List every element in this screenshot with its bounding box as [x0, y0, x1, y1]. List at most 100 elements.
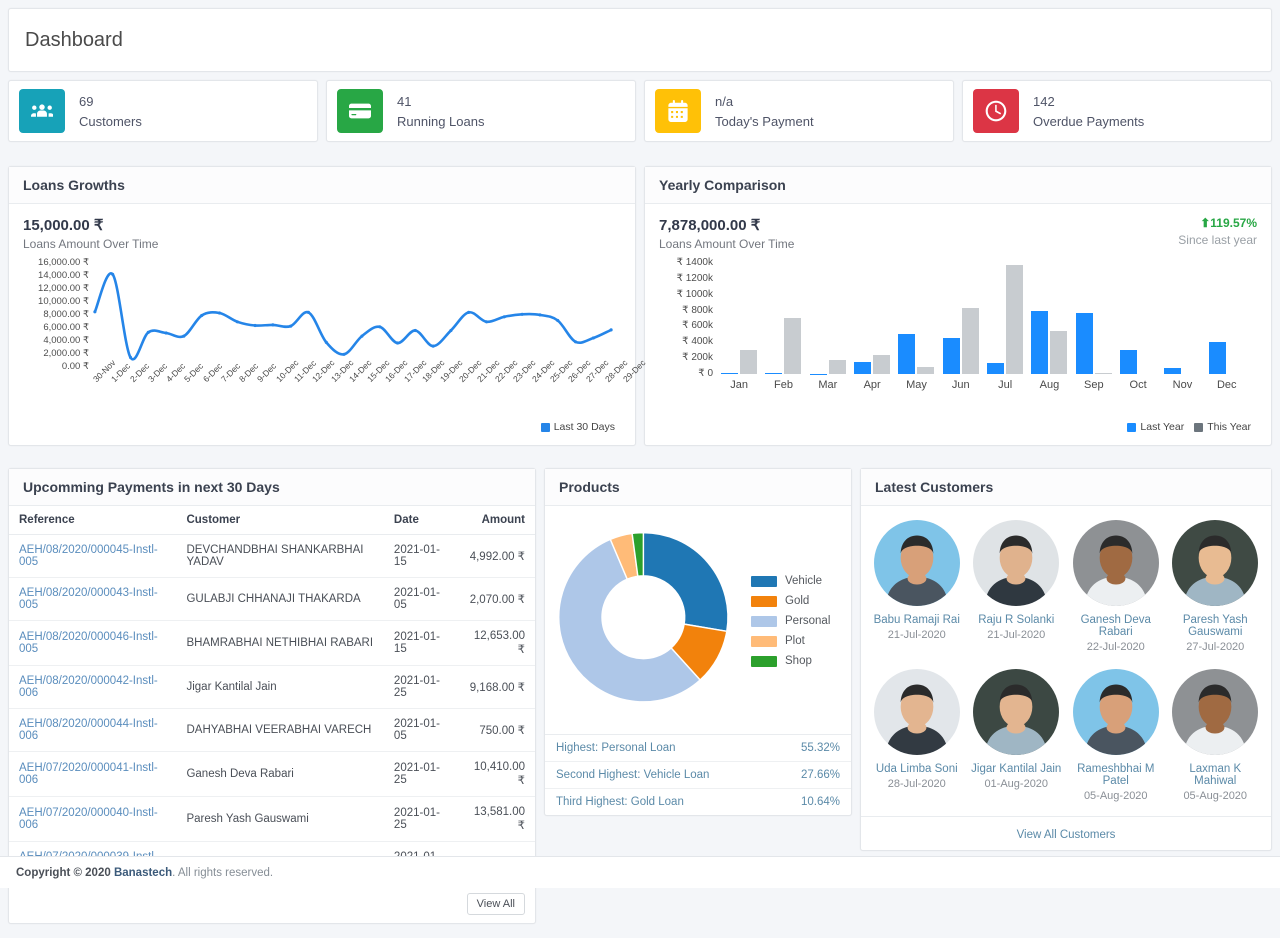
customer-name[interactable]: Rameshbhai M Patel	[1068, 763, 1164, 787]
reference-link[interactable]: AEH/08/2020/000042-Instl-006	[19, 675, 158, 699]
loans-growths-header: Loans Growths	[9, 167, 635, 204]
stat-card-overdue-payments[interactable]: 142Overdue Payments	[962, 80, 1272, 142]
y-tick-label: 14,000.00 ₹	[38, 270, 89, 281]
bar-group[interactable]	[806, 262, 850, 374]
y-tick-label: 12,000.00 ₹	[38, 283, 89, 294]
bar-last-year[interactable]	[1209, 342, 1226, 374]
table-row[interactable]: AEH/08/2020/000044-Instl-006DAHYABHAI VE…	[9, 709, 535, 752]
bar-last-year[interactable]	[1076, 313, 1093, 374]
table-row[interactable]: AEH/08/2020/000042-Instl-006Jigar Kantil…	[9, 666, 535, 709]
table-row[interactable]: AEH/08/2020/000045-Instl-005 DEVCHANDBHAI…	[9, 535, 535, 578]
bar-group[interactable]	[761, 262, 805, 374]
customer-card[interactable]: Raju R Solanki21-Jul-2020	[967, 514, 1067, 663]
avatar	[874, 669, 960, 755]
bar-last-year[interactable]	[898, 334, 915, 374]
bar-last-year[interactable]	[943, 338, 960, 374]
bar-group[interactable]	[939, 262, 983, 374]
bar-group[interactable]	[1072, 262, 1116, 374]
customer-name[interactable]: Paresh Yash Gauswami	[1168, 614, 1264, 638]
bar-group[interactable]	[1027, 262, 1071, 374]
cell-customer: GULABJI CHHANAJI THAKARDA	[176, 578, 383, 621]
bar-this-year[interactable]	[784, 318, 801, 374]
customer-date: 22-Jul-2020	[1068, 641, 1164, 653]
legend-swatch-icon	[1127, 423, 1136, 432]
bar-last-year[interactable]	[854, 362, 871, 374]
bar-last-year[interactable]	[1120, 350, 1137, 374]
view-all-customers-link[interactable]: View All Customers	[1017, 829, 1116, 841]
bar-this-year[interactable]	[740, 350, 757, 374]
bar-this-year[interactable]	[873, 355, 890, 374]
bar-this-year[interactable]	[1006, 265, 1023, 374]
donut-legend-item-plot[interactable]: Plot	[751, 635, 830, 647]
customer-name[interactable]: Laxman K Mahiwal	[1168, 763, 1264, 787]
avatar	[1172, 669, 1258, 755]
yearly-comparison-chart[interactable]: ₹ 1400k₹ 1200k₹ 1000k₹ 800k₹ 600k₹ 400k₹…	[659, 257, 1257, 417]
avatar	[973, 669, 1059, 755]
customer-card[interactable]: Uda Limba Soni28-Jul-2020	[867, 663, 967, 812]
bar-group[interactable]	[717, 262, 761, 374]
reference-link[interactable]: AEH/08/2020/000044-Instl-006	[19, 718, 158, 742]
cell-date: 2021-01-25	[384, 752, 456, 797]
reference-link[interactable]: AEH/07/2020/000041-Instl-006	[19, 762, 158, 786]
donut-slice-vehicle[interactable]	[643, 533, 728, 632]
bar-last-year[interactable]	[987, 363, 1004, 374]
avatar	[1073, 669, 1159, 755]
donut-legend-item-shop[interactable]: Shop	[751, 655, 830, 667]
card-icon	[337, 89, 383, 133]
table-row[interactable]: AEH/07/2020/000040-Instl-006Paresh Yash …	[9, 797, 535, 842]
reference-link[interactable]: AEH/08/2020/000043-Instl-005	[19, 587, 158, 611]
payments-table: ReferenceCustomerDateAmount AEH/08/2020/…	[9, 506, 535, 885]
bar-this-year[interactable]	[917, 367, 934, 374]
cell-date: 2021-01-05	[384, 709, 456, 752]
stat-card-customers[interactable]: 69Customers	[8, 80, 318, 142]
customer-card[interactable]: Laxman K Mahiwal05-Aug-2020	[1166, 663, 1266, 812]
donut-legend-item-personal[interactable]: Personal	[751, 615, 830, 627]
bar-this-year[interactable]	[1095, 373, 1112, 374]
donut-legend-item-gold[interactable]: Gold	[751, 595, 830, 607]
footer-rights: . All rights reserved.	[172, 867, 273, 879]
bar-last-year[interactable]	[1031, 311, 1048, 374]
bar-group[interactable]	[850, 262, 894, 374]
table-row[interactable]: AEH/07/2020/000041-Instl-006Ganesh Deva …	[9, 752, 535, 797]
bar-this-year[interactable]	[829, 360, 846, 374]
bar-last-year[interactable]	[1164, 368, 1181, 374]
payments-view-all-button[interactable]: View All	[467, 893, 525, 915]
bar-group[interactable]	[894, 262, 938, 374]
bar-group[interactable]	[983, 262, 1027, 374]
x-tick-label: Nov	[1160, 379, 1204, 391]
customer-name[interactable]: Jigar Kantilal Jain	[969, 763, 1065, 775]
customer-card[interactable]: Babu Ramaji Rai21-Jul-2020	[867, 514, 967, 663]
loans-growths-card: Loans Growths 15,000.00 ₹ Loans Amount O…	[8, 166, 636, 446]
customer-name[interactable]: Uda Limba Soni	[869, 763, 965, 775]
stat-card-today-s-payment[interactable]: n/aToday's Payment	[644, 80, 954, 142]
table-row[interactable]: AEH/08/2020/000043-Instl-005 GULABJI CHHA…	[9, 578, 535, 621]
customer-card[interactable]: Rameshbhai M Patel05-Aug-2020	[1066, 663, 1166, 812]
bar-group[interactable]	[1116, 262, 1160, 374]
reference-link[interactable]: AEH/08/2020/000046-Instl-005	[19, 631, 158, 655]
customer-name[interactable]: Ganesh Deva Rabari	[1068, 614, 1164, 638]
reference-link[interactable]: AEH/07/2020/000040-Instl-006	[19, 807, 158, 831]
stat-card-running-loans[interactable]: 41Running Loans	[326, 80, 636, 142]
loans-growths-chart[interactable]: 16,000.00 ₹14,000.00 ₹12,000.00 ₹10,000.…	[23, 257, 621, 417]
bar-this-year[interactable]	[962, 308, 979, 374]
customer-card[interactable]: Jigar Kantilal Jain01-Aug-2020	[967, 663, 1067, 812]
bar-last-year[interactable]	[765, 373, 782, 374]
bar-group[interactable]	[1205, 262, 1249, 374]
page-title: Dashboard	[25, 29, 123, 52]
bar-this-year[interactable]	[1050, 331, 1067, 374]
customer-card[interactable]: Paresh Yash Gauswami27-Jul-2020	[1166, 514, 1266, 663]
bar-last-year[interactable]	[721, 373, 738, 374]
legend-swatch-icon	[751, 596, 777, 607]
cell-date: 2021-01-05	[384, 578, 456, 621]
products-donut-chart[interactable]	[555, 527, 743, 715]
donut-legend-item-vehicle[interactable]: Vehicle	[751, 575, 830, 587]
customer-card[interactable]: Ganesh Deva Rabari 22-Jul-2020	[1066, 514, 1166, 663]
yearly-since-caption: Since last year	[1178, 233, 1257, 247]
cell-customer: DEVCHANDBHAI SHANKARBHAI YADAV	[176, 535, 383, 578]
footer-brand[interactable]: Banastech	[114, 867, 172, 879]
table-row[interactable]: AEH/08/2020/000046-Instl-005BHAMRABHAI N…	[9, 621, 535, 666]
reference-link[interactable]: AEH/08/2020/000045-Instl-005	[19, 544, 158, 568]
customer-name[interactable]: Raju R Solanki	[969, 614, 1065, 626]
bar-group[interactable]	[1160, 262, 1204, 374]
customer-name[interactable]: Babu Ramaji Rai	[869, 614, 965, 626]
